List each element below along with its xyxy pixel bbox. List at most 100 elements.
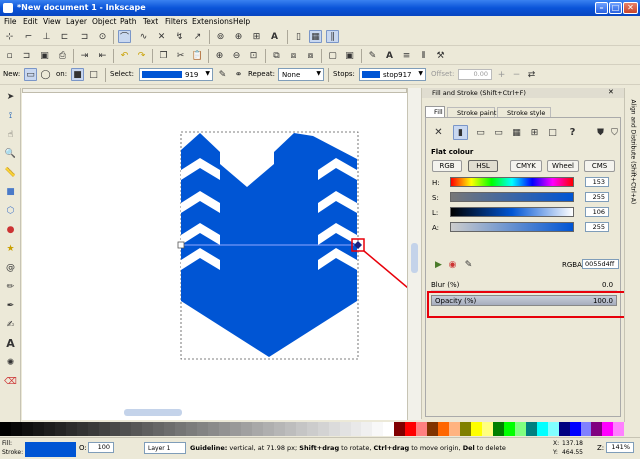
star-tool-icon[interactable]: ★ [4,242,17,255]
snap-midpoint-icon[interactable]: ⊐ [78,30,91,43]
snap-guide-icon[interactable]: ∥ [326,30,339,43]
palette-swatch[interactable] [142,422,154,436]
palette-swatch[interactable] [613,422,625,436]
snap-grid-icon[interactable]: ▦ [309,30,322,43]
new-document-icon[interactable]: ▫ [3,49,16,62]
paste-icon[interactable]: 📋 [191,49,204,62]
palette-swatch[interactable] [449,422,461,436]
palette-swatch[interactable] [219,422,231,436]
tab-stroke-style[interactable]: Stroke style [497,107,551,117]
dock-side-tab[interactable]: Align and Distribute (Shift+Ctrl+A) [624,88,640,422]
palette-swatch[interactable] [21,422,33,436]
palette-swatch[interactable] [10,422,22,436]
pen-tool-icon[interactable]: ✒ [4,299,17,312]
palette-swatch[interactable] [273,422,285,436]
cut-icon[interactable]: ✂ [174,49,187,62]
menu-edit[interactable]: Edit [23,17,38,26]
radial-gradient-icon[interactable]: ◯ [39,68,52,81]
vertical-scrollbar-thumb[interactable] [411,243,418,273]
measure-tool-icon[interactable]: 📏 [4,166,17,179]
palette-swatch[interactable] [558,422,570,436]
eyedropper-icon[interactable]: ✎ [462,258,475,271]
palette-swatch[interactable] [262,422,274,436]
menu-object[interactable]: Object [92,17,116,26]
palette-swatch[interactable] [0,422,11,436]
palette-swatch[interactable] [87,422,99,436]
maximize-button[interactable]: □ [609,2,622,14]
zoom-page-icon[interactable]: ⊡ [247,49,260,62]
cmyk-mode-button[interactable]: CMYK [510,160,542,172]
palette-swatch[interactable] [427,422,439,436]
rgba-input[interactable]: 0055d4ff [582,259,619,269]
zoom-selection-icon[interactable]: ⊕ [213,49,226,62]
palette-swatch[interactable] [394,422,406,436]
select-gradient-dropdown[interactable]: 919 ▼ [139,68,213,81]
palette-swatch[interactable] [580,422,592,436]
text-tool-icon[interactable]: A [4,337,17,350]
palette-swatch[interactable] [372,422,384,436]
group-icon[interactable]: ▢ [326,49,339,62]
palette-swatch[interactable] [43,422,55,436]
hsl-mode-button[interactable]: HSL [468,160,498,172]
flat-colour-icon[interactable]: ▮ [453,125,468,140]
export-icon[interactable]: ⇤ [96,49,109,62]
snap-bbox-icon[interactable]: ⌐ [22,30,35,43]
print-icon[interactable]: ⎙ [56,49,69,62]
palette-swatch[interactable] [131,422,143,436]
preferences-icon[interactable]: ⚒ [434,49,447,62]
repeat-dropdown[interactable]: None ▼ [278,68,324,81]
snap-text-baseline-icon[interactable]: A [268,30,281,43]
palette-swatch[interactable] [317,422,329,436]
palette-swatch[interactable] [460,422,471,436]
open-icon[interactable]: ⊐ [20,49,33,62]
radial-gradient-paint-icon[interactable]: ▭ [492,126,505,139]
palette-swatch[interactable] [383,422,395,436]
a-input[interactable]: 255 [585,222,609,232]
snap-corner-icon[interactable]: ⊏ [58,30,71,43]
spray-tool-icon[interactable]: ✺ [4,356,17,369]
l-slider[interactable] [450,207,574,217]
palette-swatch[interactable] [492,422,504,436]
stops-dropdown[interactable]: stop917 ▼ [359,68,426,81]
palette-swatch[interactable] [284,422,296,436]
3dbox-tool-icon[interactable]: ⬡ [4,204,17,217]
tab-fill[interactable]: Fill [425,106,445,117]
palette-swatch[interactable] [240,422,252,436]
tab-stroke-paint[interactable]: Stroke paint [447,107,496,117]
unlink-clone-icon[interactable]: ⧇ [304,49,317,62]
tweak-tool-icon[interactable]: ☝ [4,128,17,141]
reverse-gradient-icon[interactable]: ⇄ [525,68,538,81]
node-tool-icon[interactable]: ⟟ [4,109,17,122]
no-paint-icon[interactable]: ✕ [432,126,445,139]
palette-swatch[interactable] [175,422,187,436]
menu-file[interactable]: File [4,17,17,26]
gradient-on-fill-icon[interactable]: ■ [71,68,84,81]
snap-page-border-icon[interactable]: ▯ [292,30,305,43]
palette-swatch[interactable] [230,422,241,436]
palette-swatch[interactable] [251,422,263,436]
rgb-mode-button[interactable]: RGB [432,160,462,172]
palette-swatch[interactable] [76,422,88,436]
menu-layer[interactable]: Layer [66,17,87,26]
duplicate-icon[interactable]: ⧉ [270,49,283,62]
palette-swatch[interactable] [54,422,66,436]
menu-view[interactable]: View [43,17,61,26]
palette-swatch[interactable] [481,422,493,436]
rect-tool-icon[interactable]: ■ [4,185,17,198]
gradient-link-icon[interactable]: ⚭ [232,68,245,81]
ungroup-icon[interactable]: ▣ [343,49,356,62]
palette-swatch[interactable] [164,422,176,436]
zoom-tool-icon[interactable]: 🔍 [4,147,17,160]
linear-gradient-icon[interactable]: ▭ [24,68,37,81]
fill-rule-nonzero-icon[interactable]: ⛉ [608,126,621,139]
palette-swatch[interactable] [109,422,121,436]
palette-swatch[interactable] [536,422,548,436]
cms-mode-button[interactable]: CMS [584,160,615,172]
selector-tool-icon[interactable]: ➤ [4,90,17,103]
copy-icon[interactable]: ❐ [157,49,170,62]
align-distribute-tab[interactable]: Align and Distribute (Shift+Ctrl+A) [630,100,637,260]
palette-swatch[interactable] [350,422,362,436]
h-slider[interactable] [450,177,574,187]
palette-swatch[interactable] [514,422,526,436]
zoom-input[interactable]: 141% [606,442,634,453]
